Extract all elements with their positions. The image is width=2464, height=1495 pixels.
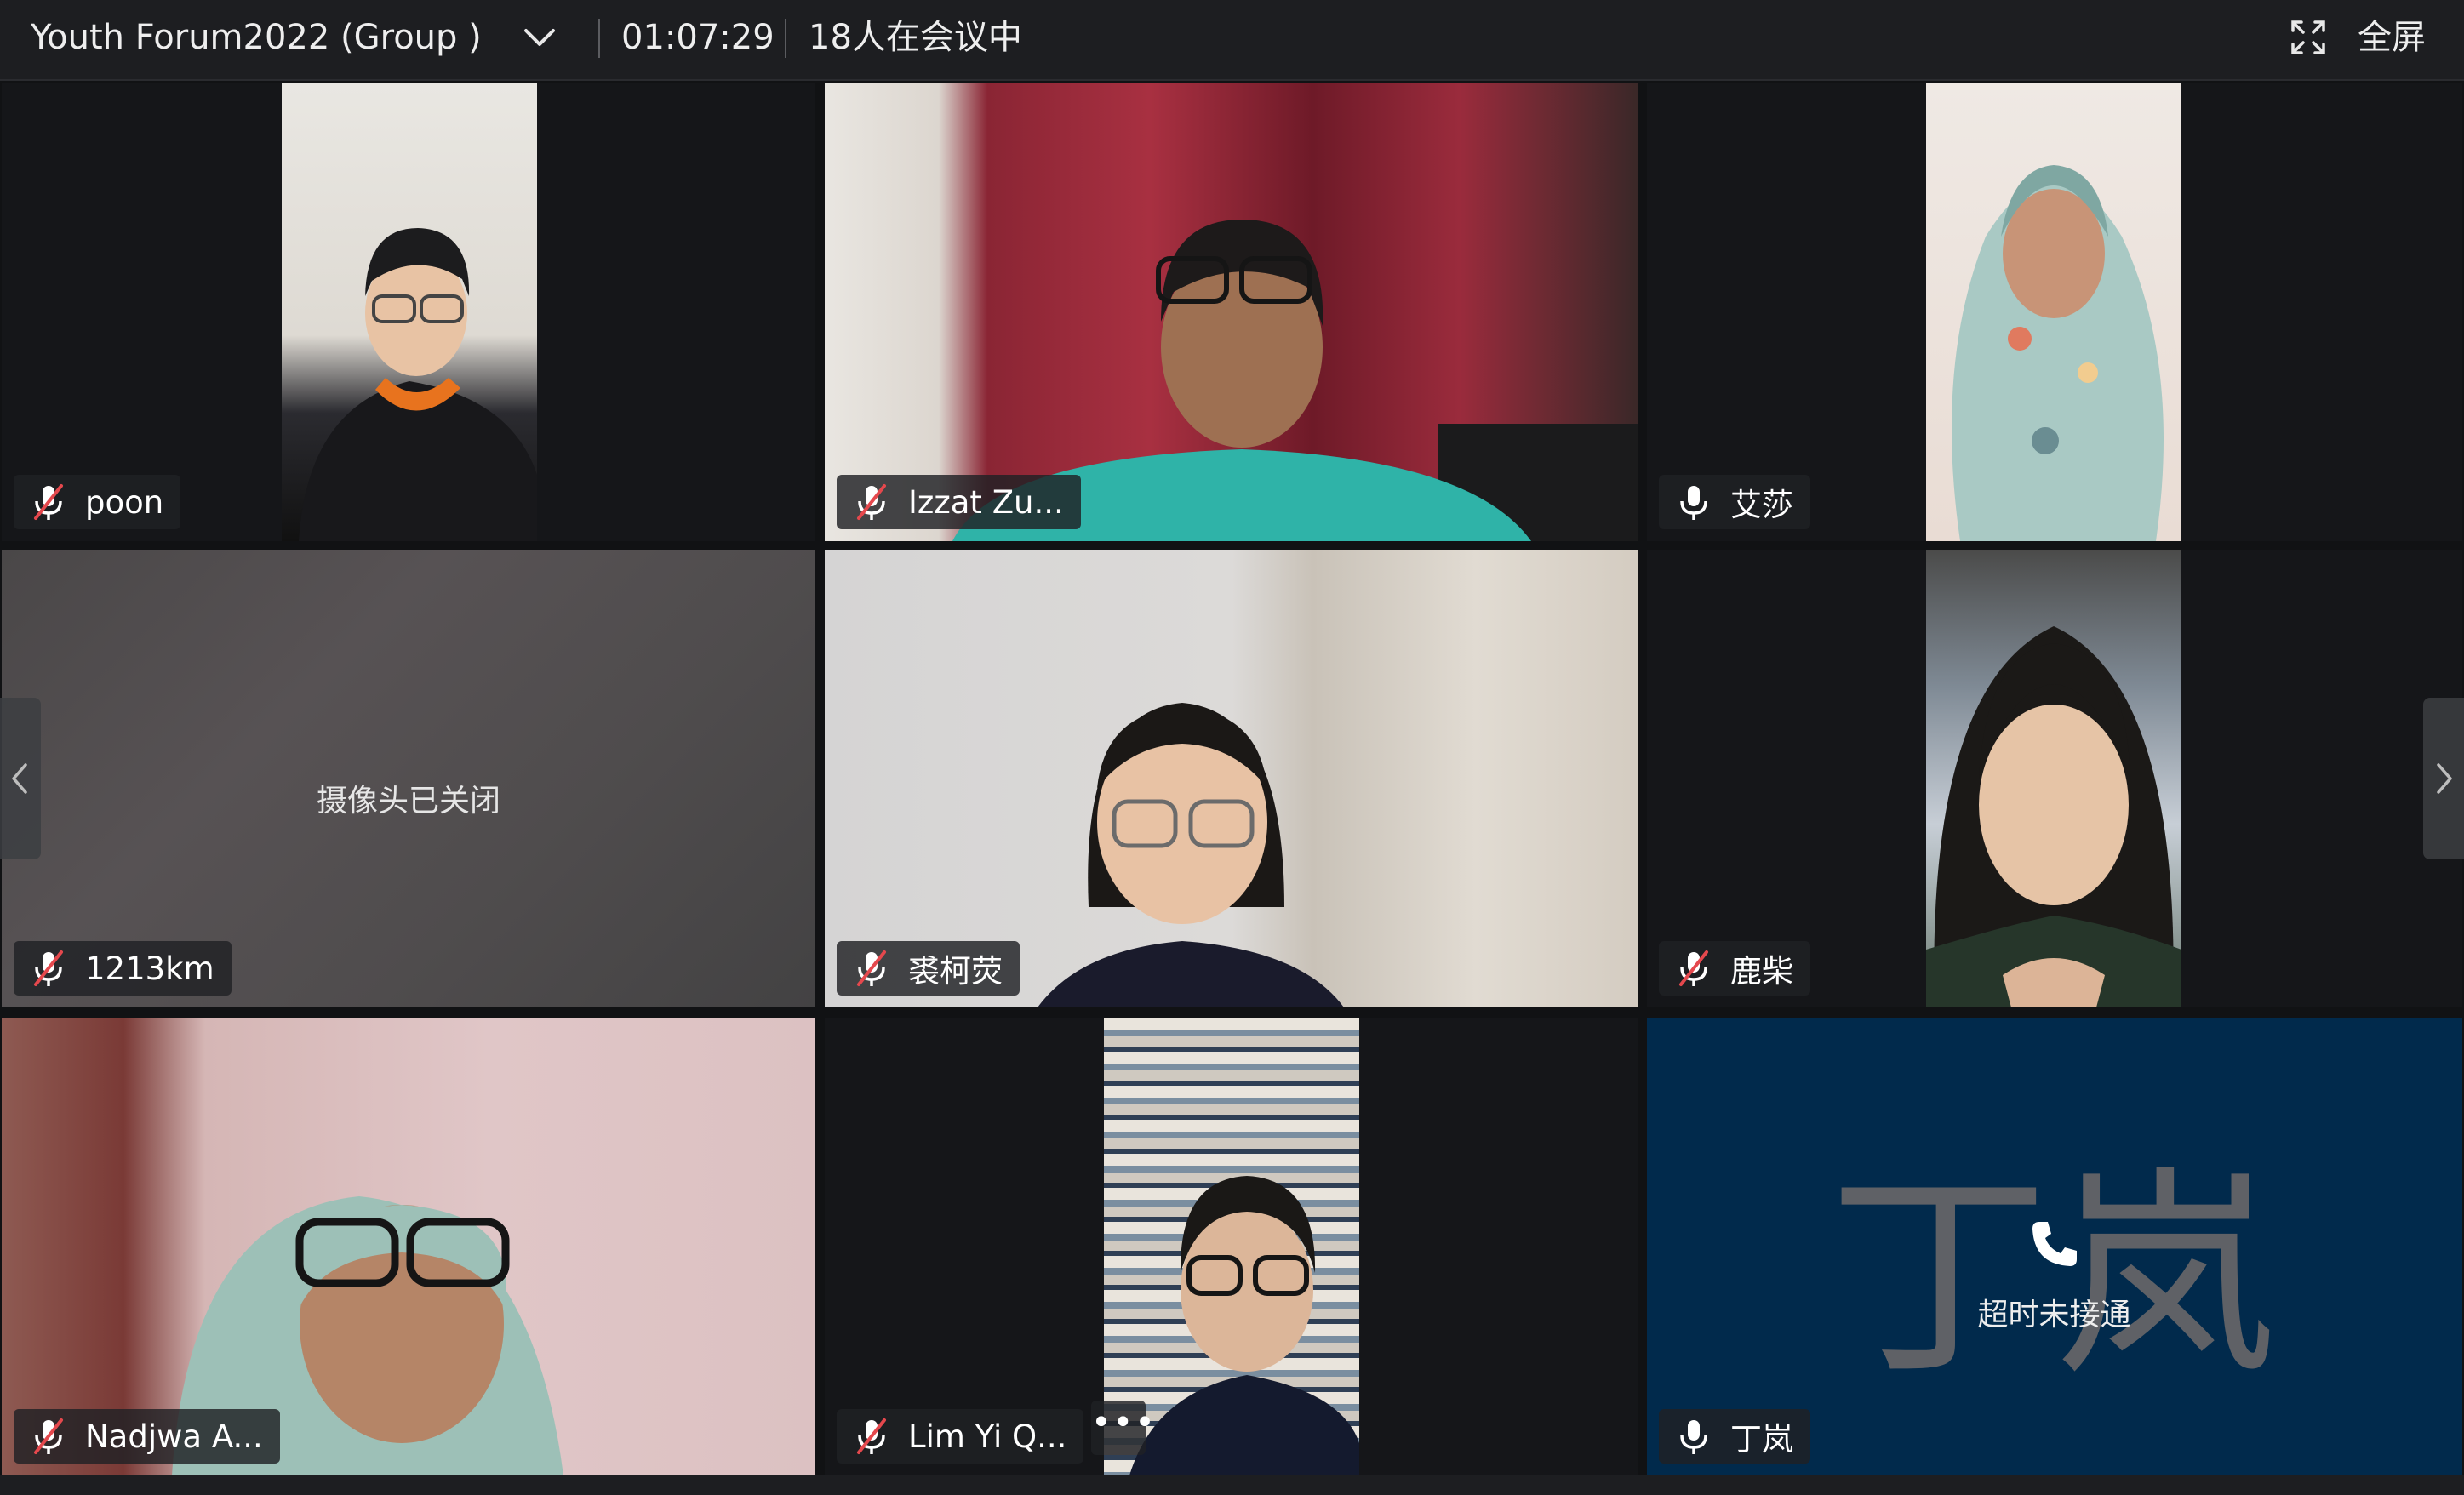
video-tile-qiu[interactable]: 裘柯荧 — [825, 550, 1638, 1007]
mic-icon[interactable] — [1672, 481, 1715, 523]
video-tile-1213km[interactable]: 摄像头已关闭 1213km — [2, 550, 815, 1007]
participant-name: Izzat Zu... — [908, 483, 1064, 521]
phone-icon — [2032, 1222, 2077, 1266]
video-tile-luchai[interactable]: 鹿柴 — [1647, 550, 2462, 1007]
divider — [785, 19, 786, 58]
participant-nametag: 鹿柴 — [1659, 941, 1810, 996]
participant-nametag: Nadjwa A... — [14, 1409, 280, 1464]
participant-video — [2, 1018, 815, 1475]
participant-name: 1213km — [85, 950, 214, 987]
participant-video — [1926, 83, 2181, 541]
participant-name: poon — [85, 483, 164, 521]
participant-count[interactable]: 18人在会议中 — [809, 14, 1022, 61]
participant-nametag: poon — [14, 475, 181, 529]
video-tile-limyiq[interactable]: Lim Yi Q... — [825, 1018, 1638, 1475]
meeting-title[interactable]: Youth Forum2022 (Group ) — [31, 14, 482, 61]
mic-muted-icon[interactable] — [1672, 947, 1715, 990]
mic-muted-icon[interactable] — [27, 481, 70, 523]
chevron-right-icon — [2437, 763, 2452, 794]
participant-nametag: Lim Yi Q... — [837, 1409, 1084, 1464]
participant-nametag: 艾莎 — [1659, 475, 1810, 529]
mic-muted-icon[interactable] — [27, 947, 70, 990]
fullscreen-icon[interactable] — [2290, 19, 2327, 56]
participant-name: Nadjwa A... — [85, 1418, 263, 1455]
participant-nametag: 1213km — [14, 941, 232, 996]
camera-off-label: 摄像头已关闭 — [316, 784, 500, 819]
more-options-button[interactable]: ••• — [1091, 1401, 1155, 1455]
participant-video — [825, 83, 1638, 541]
mic-muted-icon[interactable] — [850, 947, 893, 990]
divider — [598, 19, 600, 58]
bottom-strip — [0, 1475, 2464, 1495]
call-status-label: 超时未接通 — [1977, 1298, 2131, 1332]
meeting-window: Youth Forum2022 (Group ) 01:07:29 18人在会议… — [0, 0, 2464, 1495]
participant-name: 裘柯荧 — [908, 953, 1003, 990]
mic-muted-icon[interactable] — [850, 481, 893, 523]
chevron-down-icon[interactable] — [521, 19, 558, 56]
video-tile-izzat[interactable]: Izzat Zu... — [825, 83, 1638, 541]
participant-nametag: Izzat Zu... — [837, 475, 1081, 529]
mic-muted-icon[interactable] — [27, 1415, 70, 1458]
video-tile-poon[interactable]: poon — [2, 83, 815, 541]
mic-icon[interactable] — [1672, 1415, 1715, 1458]
avatar-name-large: 丁岚 — [1828, 1149, 2281, 1406]
participant-video — [825, 550, 1638, 1007]
chevron-left-icon — [12, 763, 27, 794]
participant-nametag: 丁岚 — [1659, 1409, 1810, 1464]
participant-name: 鹿柴 — [1730, 953, 1793, 990]
participant-name: Lim Yi Q... — [908, 1418, 1067, 1455]
participant-name: 丁岚 — [1730, 1421, 1793, 1458]
previous-page-button[interactable] — [0, 698, 41, 859]
meeting-header: Youth Forum2022 (Group ) 01:07:29 18人在会议… — [0, 0, 2464, 81]
participant-name: 艾莎 — [1730, 487, 1793, 523]
participant-video — [1926, 550, 2181, 1007]
mic-muted-icon[interactable] — [850, 1415, 893, 1458]
fullscreen-button[interactable]: 全屏 — [2358, 14, 2426, 61]
video-tile-nadjwa[interactable]: Nadjwa A... — [2, 1018, 815, 1475]
participant-video — [282, 83, 537, 541]
participant-nametag: 裘柯荧 — [837, 941, 1020, 996]
video-tile-aisha[interactable]: 艾莎 — [1647, 83, 2462, 541]
next-page-button[interactable] — [2423, 698, 2464, 859]
meeting-timer: 01:07:29 — [621, 18, 775, 57]
